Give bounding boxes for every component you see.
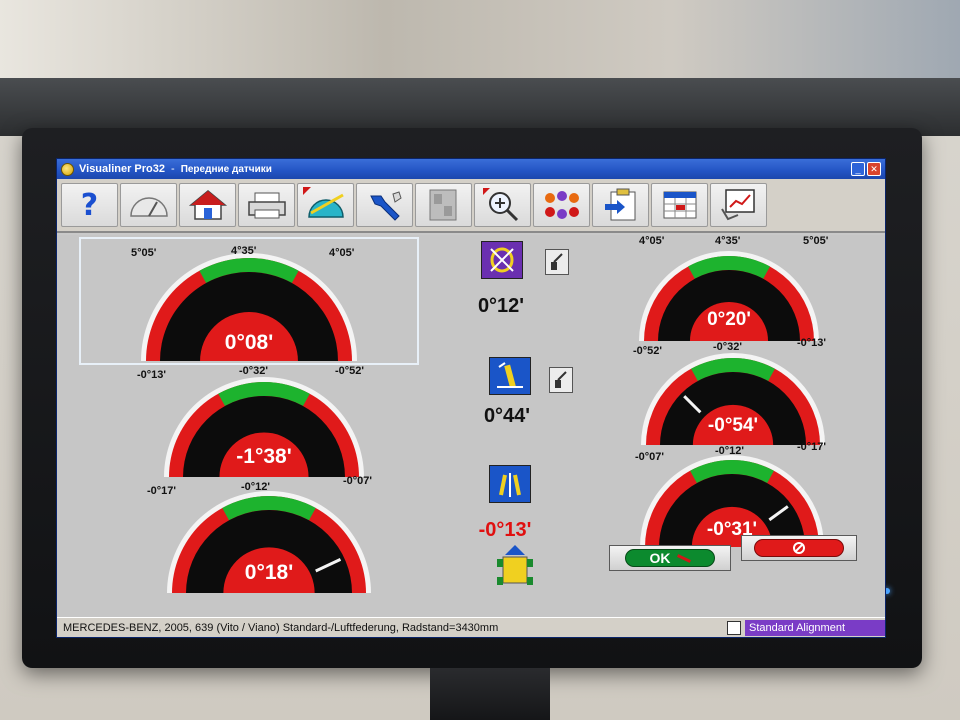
question-icon: ?	[80, 187, 99, 223]
wrench-icon	[369, 191, 402, 221]
center-top-value: 0°12'	[477, 295, 525, 317]
protractor-icon	[302, 187, 344, 218]
gauge-max-label: -0°52'	[335, 365, 365, 377]
gauge-center-label: -0°12'	[715, 445, 745, 457]
gauge-value: 0°08'	[224, 331, 274, 354]
gauge-min-label: 5°05'	[131, 247, 157, 259]
gauge-right-top[interactable]: 4°05' 4°35' 5°05' 0°20'	[591, 235, 867, 347]
camber-icon	[497, 362, 523, 388]
layout-icon	[429, 189, 456, 221]
gauge-max-label: -0°17'	[797, 441, 827, 453]
wheel-alignment-icon	[490, 247, 514, 273]
sensor-dots-icon	[544, 191, 579, 219]
home-button[interactable]	[179, 183, 236, 227]
adjust-mid-icon[interactable]	[549, 367, 573, 393]
gauge-value: 0°20'	[707, 309, 751, 330]
adjust-top-icon[interactable]	[545, 249, 569, 275]
gauge-right-mid[interactable]: -0°52' -0°32' -0°13' -0°54'	[605, 337, 861, 451]
chart-report-icon	[720, 189, 755, 221]
gauge-min-label: -0°13'	[137, 369, 167, 381]
grid-icon	[727, 620, 741, 635]
gauge-left-mid[interactable]: -0°13' -0°32' -0°52' -1°38'	[115, 363, 413, 483]
gauge-center-label: -0°32'	[713, 341, 743, 353]
gauge-center-label: 4°35'	[715, 235, 741, 247]
gauge-max-label: 5°05'	[803, 235, 829, 247]
gauge-value: -1°38'	[236, 445, 292, 468]
background-wall	[0, 0, 960, 82]
vehicle-info: MERCEDES-BENZ, 2005, 639 (Vito / Viano) …	[63, 621, 499, 634]
window-controls: _ ✕	[851, 162, 881, 176]
gauge-value: -0°54'	[707, 415, 759, 436]
cancel-pill	[754, 539, 844, 557]
cancel-button[interactable]	[741, 535, 857, 561]
angle-button[interactable]	[297, 183, 354, 227]
printer-icon	[247, 192, 286, 219]
title-separator: -	[171, 163, 175, 175]
center-bottom-value: -0°13'	[478, 519, 532, 541]
cancel-icon	[793, 542, 805, 554]
report-button[interactable]	[710, 183, 767, 227]
gauge-center-label: -0°32'	[239, 365, 269, 377]
zoom-in-icon	[482, 188, 518, 222]
ok-button[interactable]: OK	[609, 545, 731, 571]
monitor-stand	[430, 668, 550, 720]
house-icon	[188, 190, 227, 220]
gauge-min-label: -0°52'	[633, 345, 663, 357]
gauge-left-bottom[interactable]: -0°17' -0°12' -0°07' 0°18'	[125, 475, 413, 599]
gauge-center-label: -0°12'	[241, 481, 271, 493]
total-toe-icon[interactable]	[481, 241, 523, 279]
sensors-button[interactable]	[533, 183, 590, 227]
title-bar[interactable]: Visualiner Pro32 - Передние датчики _ ✕	[57, 159, 885, 179]
gauge-panel: 5°05' 4°35' 4°05' 0°08' 4°05' 4°35' 5°05…	[57, 235, 885, 637]
gauge-min-label: -0°07'	[635, 451, 665, 463]
gauge-center-label: 4°35'	[231, 245, 257, 257]
gauge-min-label: -0°17'	[147, 485, 177, 497]
window-title: Visualiner Pro32	[79, 163, 166, 175]
setback-icon[interactable]	[489, 357, 531, 395]
wrench-small-icon	[551, 253, 563, 270]
status-bar: MERCEDES-BENZ, 2005, 639 (Vito / Viano) …	[57, 617, 885, 637]
close-icon[interactable]: ✕	[867, 162, 881, 176]
clipboard-arrow-icon	[604, 188, 635, 221]
vehicle-direction-icon	[493, 545, 537, 591]
app-window: Visualiner Pro32 - Передние датчики _ ✕ …	[56, 158, 886, 638]
export-button[interactable]	[592, 183, 649, 227]
axle-icon	[499, 473, 521, 497]
gauge-value: 0°18'	[244, 561, 294, 584]
layout-button[interactable]	[415, 183, 472, 227]
center-mid-value: 0°44'	[483, 405, 531, 427]
print-button[interactable]	[238, 183, 295, 227]
spreadsheet-icon	[663, 191, 696, 219]
table-button[interactable]	[651, 183, 708, 227]
minimize-icon[interactable]: _	[851, 162, 865, 176]
toolbar: ?	[57, 179, 885, 233]
gauge-max-label: -0°07'	[343, 475, 373, 487]
ok-pill: OK	[625, 549, 715, 567]
alignment-mode[interactable]: Standard Alignment	[745, 619, 885, 636]
thrust-angle-icon[interactable]	[489, 465, 531, 503]
tools-button[interactable]	[356, 183, 413, 227]
help-button[interactable]: ?	[61, 183, 118, 227]
app-icon	[61, 162, 74, 176]
gauge-max-label: 4°05'	[329, 247, 355, 259]
ok-label: OK	[649, 550, 671, 566]
window-subtitle: Передние датчики	[180, 163, 272, 175]
gauge-min-label: 4°05'	[639, 235, 665, 247]
speedometer-icon	[129, 197, 168, 217]
pencil-icon	[676, 553, 691, 563]
gauge-button[interactable]	[120, 183, 177, 227]
gauge-left-top[interactable]: 5°05' 4°35' 4°05' 0°08'	[79, 237, 419, 365]
wrench-small-icon	[555, 371, 567, 388]
gauge-max-label: -0°13'	[797, 337, 827, 349]
zoom-button[interactable]	[474, 183, 531, 227]
